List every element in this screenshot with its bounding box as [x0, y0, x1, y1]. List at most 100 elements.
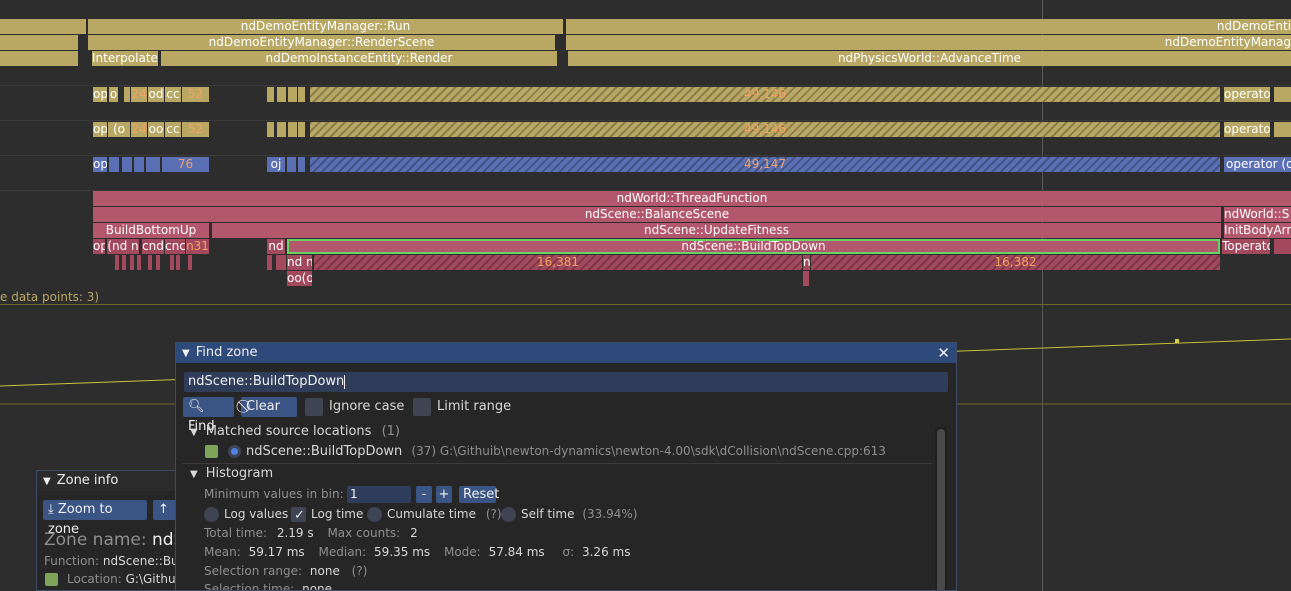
- zone-tiny[interactable]: [803, 271, 809, 286]
- zone-small[interactable]: cnd: [142, 239, 164, 254]
- zone-small[interactable]: op: [93, 239, 105, 254]
- limit-range-checkbox[interactable]: [413, 398, 431, 416]
- zone-interpolate[interactable]: Interpolatef: [92, 51, 158, 66]
- zone-left-stub[interactable]: [0, 19, 86, 34]
- zone-count[interactable]: 76: [162, 157, 209, 172]
- zone-small[interactable]: [288, 87, 297, 102]
- find-zone-scrollbar[interactable]: [935, 427, 947, 590]
- zone-small[interactable]: [287, 157, 296, 172]
- zone-small[interactable]: cnc: [165, 239, 185, 254]
- zone-merged[interactable]: 49,146: [310, 122, 1220, 137]
- zone-small[interactable]: o: [109, 87, 118, 102]
- zone-render-scene-right[interactable]: ndDemoEntityManag: [566, 35, 1291, 50]
- zone-instance-render[interactable]: ndDemoInstanceEntity::Render: [161, 51, 557, 66]
- zone-build-bottom-up[interactable]: BuildBottomUp: [93, 223, 209, 238]
- zone-small[interactable]: [1274, 239, 1291, 254]
- zone-operator[interactable]: operator (o: [1224, 157, 1291, 172]
- triangle-down-icon[interactable]: ▼: [43, 472, 51, 492]
- timeline-area[interactable]: ndDemoEntityManager::Run ndDemoEnti ndDe…: [0, 0, 1291, 591]
- zone-tiny[interactable]: [137, 255, 141, 270]
- zone-tiny[interactable]: [148, 255, 152, 270]
- reset-button[interactable]: Reset: [459, 486, 499, 503]
- zoom-to-zone-button[interactable]: ⤓ Zoom to zone: [43, 500, 147, 537]
- zone-world-s[interactable]: ndWorld::S: [1224, 207, 1291, 222]
- zone-operator[interactable]: operato: [1224, 122, 1270, 137]
- zone-merged-left[interactable]: 16,381: [314, 255, 802, 270]
- match-row[interactable]: ndScene::BuildTopDown (37) G:\Githuib\ne…: [246, 442, 886, 461]
- radio-icon[interactable]: [228, 445, 241, 458]
- zone-small[interactable]: [288, 122, 297, 137]
- increment-button[interactable]: +: [436, 486, 452, 503]
- triangle-down-icon[interactable]: ▼: [182, 344, 190, 364]
- zone-count[interactable]: 24: [131, 87, 147, 102]
- zone-balance-scene[interactable]: ndScene::BalanceScene: [93, 207, 1221, 222]
- zone-small[interactable]: [267, 122, 274, 137]
- ignore-case-checkbox[interactable]: [305, 398, 323, 416]
- zone-count[interactable]: n31: [186, 239, 209, 254]
- zone-small[interactable]: [267, 87, 274, 102]
- zone-small[interactable]: [1274, 122, 1291, 137]
- zone-small[interactable]: op: [93, 122, 107, 137]
- zone-small[interactable]: [1274, 87, 1291, 102]
- zone-init-body[interactable]: InitBodyArr: [1224, 223, 1291, 238]
- find-button[interactable]: 🔍︎Find: [183, 397, 234, 434]
- zone-small[interactable]: [134, 157, 144, 172]
- zone-info-titlebar[interactable]: ▼ Zone info: [37, 471, 195, 491]
- zone-tiny[interactable]: [176, 255, 180, 270]
- zone-tiny[interactable]: [188, 255, 192, 270]
- zone-merged[interactable]: 49,146: [310, 87, 1220, 102]
- clear-button[interactable]: ⃠Clear: [241, 397, 297, 417]
- min-values-input[interactable]: 1: [347, 486, 411, 503]
- zone-thread-function[interactable]: ndWorld::ThreadFunction: [93, 191, 1291, 206]
- zone-small[interactable]: (o: [108, 122, 130, 137]
- zone-tiny[interactable]: [122, 255, 126, 270]
- zone-small[interactable]: [277, 122, 286, 137]
- zone-small[interactable]: cc: [165, 122, 181, 137]
- cumulate-hint[interactable]: (?): [486, 507, 502, 521]
- zone-small[interactable]: [146, 157, 160, 172]
- selection-range-hint[interactable]: (?): [352, 564, 368, 578]
- histogram-section-header[interactable]: ▼ Histogram: [190, 465, 273, 484]
- zone-count[interactable]: 52: [182, 87, 209, 102]
- zone-small[interactable]: od: [148, 87, 164, 102]
- zone-info-window[interactable]: ▼ Zone info ⤓ Zoom to zone ↑ Zone name: n…: [36, 470, 196, 591]
- zone-operator[interactable]: operato: [1224, 87, 1270, 102]
- search-input[interactable]: ndScene::BuildTopDown: [184, 372, 948, 392]
- scrollbar-thumb[interactable]: [937, 429, 945, 590]
- zone-small[interactable]: [277, 87, 286, 102]
- zone-small[interactable]: n: [803, 255, 810, 270]
- zone-count[interactable]: 24: [131, 122, 147, 137]
- cumulate-time-checkbox[interactable]: [367, 507, 382, 522]
- zone-tiny[interactable]: [115, 255, 119, 270]
- zone-small[interactable]: [109, 157, 119, 172]
- zone-build-top-down-selected[interactable]: ndScene::BuildTopDown: [287, 239, 1220, 254]
- zone-small[interactable]: oo: [148, 122, 164, 137]
- zone-merged[interactable]: 49,147: [310, 157, 1220, 172]
- log-time-checkbox[interactable]: [291, 507, 306, 525]
- zone-small[interactable]: oj: [267, 157, 285, 172]
- close-icon[interactable]: ✕: [937, 343, 950, 363]
- zone-small[interactable]: [298, 157, 305, 172]
- zone-merged-right[interactable]: 16,382: [811, 255, 1220, 270]
- zone-small[interactable]: [276, 255, 286, 270]
- zone-small[interactable]: nd n: [287, 255, 312, 270]
- zone-advance-time[interactable]: ndPhysicsWorld::AdvanceTime: [568, 51, 1291, 66]
- zone-small[interactable]: [122, 157, 132, 172]
- zone-small[interactable]: nd: [267, 239, 285, 254]
- zone-render-scene[interactable]: ndDemoEntityManager::RenderScene: [88, 35, 555, 50]
- zone-tiny[interactable]: [130, 255, 134, 270]
- zone-tiny[interactable]: [267, 255, 272, 270]
- zone-small[interactable]: [298, 87, 305, 102]
- matched-section-header[interactable]: ▼ Matched source locations (1): [190, 423, 400, 442]
- zone-small[interactable]: [298, 122, 305, 137]
- zone-left-stub-3[interactable]: [0, 51, 78, 66]
- find-zone-titlebar[interactable]: ▼ Find zone ✕: [176, 343, 956, 363]
- self-time-checkbox[interactable]: [501, 507, 516, 522]
- zone-small[interactable]: op: [93, 87, 107, 102]
- zone-small[interactable]: cc: [165, 87, 181, 102]
- zone-small[interactable]: op: [93, 157, 107, 172]
- zone-small[interactable]: (nd n: [107, 239, 139, 254]
- decrement-button[interactable]: -: [416, 486, 432, 503]
- zone-count[interactable]: 52: [182, 122, 209, 137]
- zone-update-fitness[interactable]: ndScene::UpdateFitness: [212, 223, 1221, 238]
